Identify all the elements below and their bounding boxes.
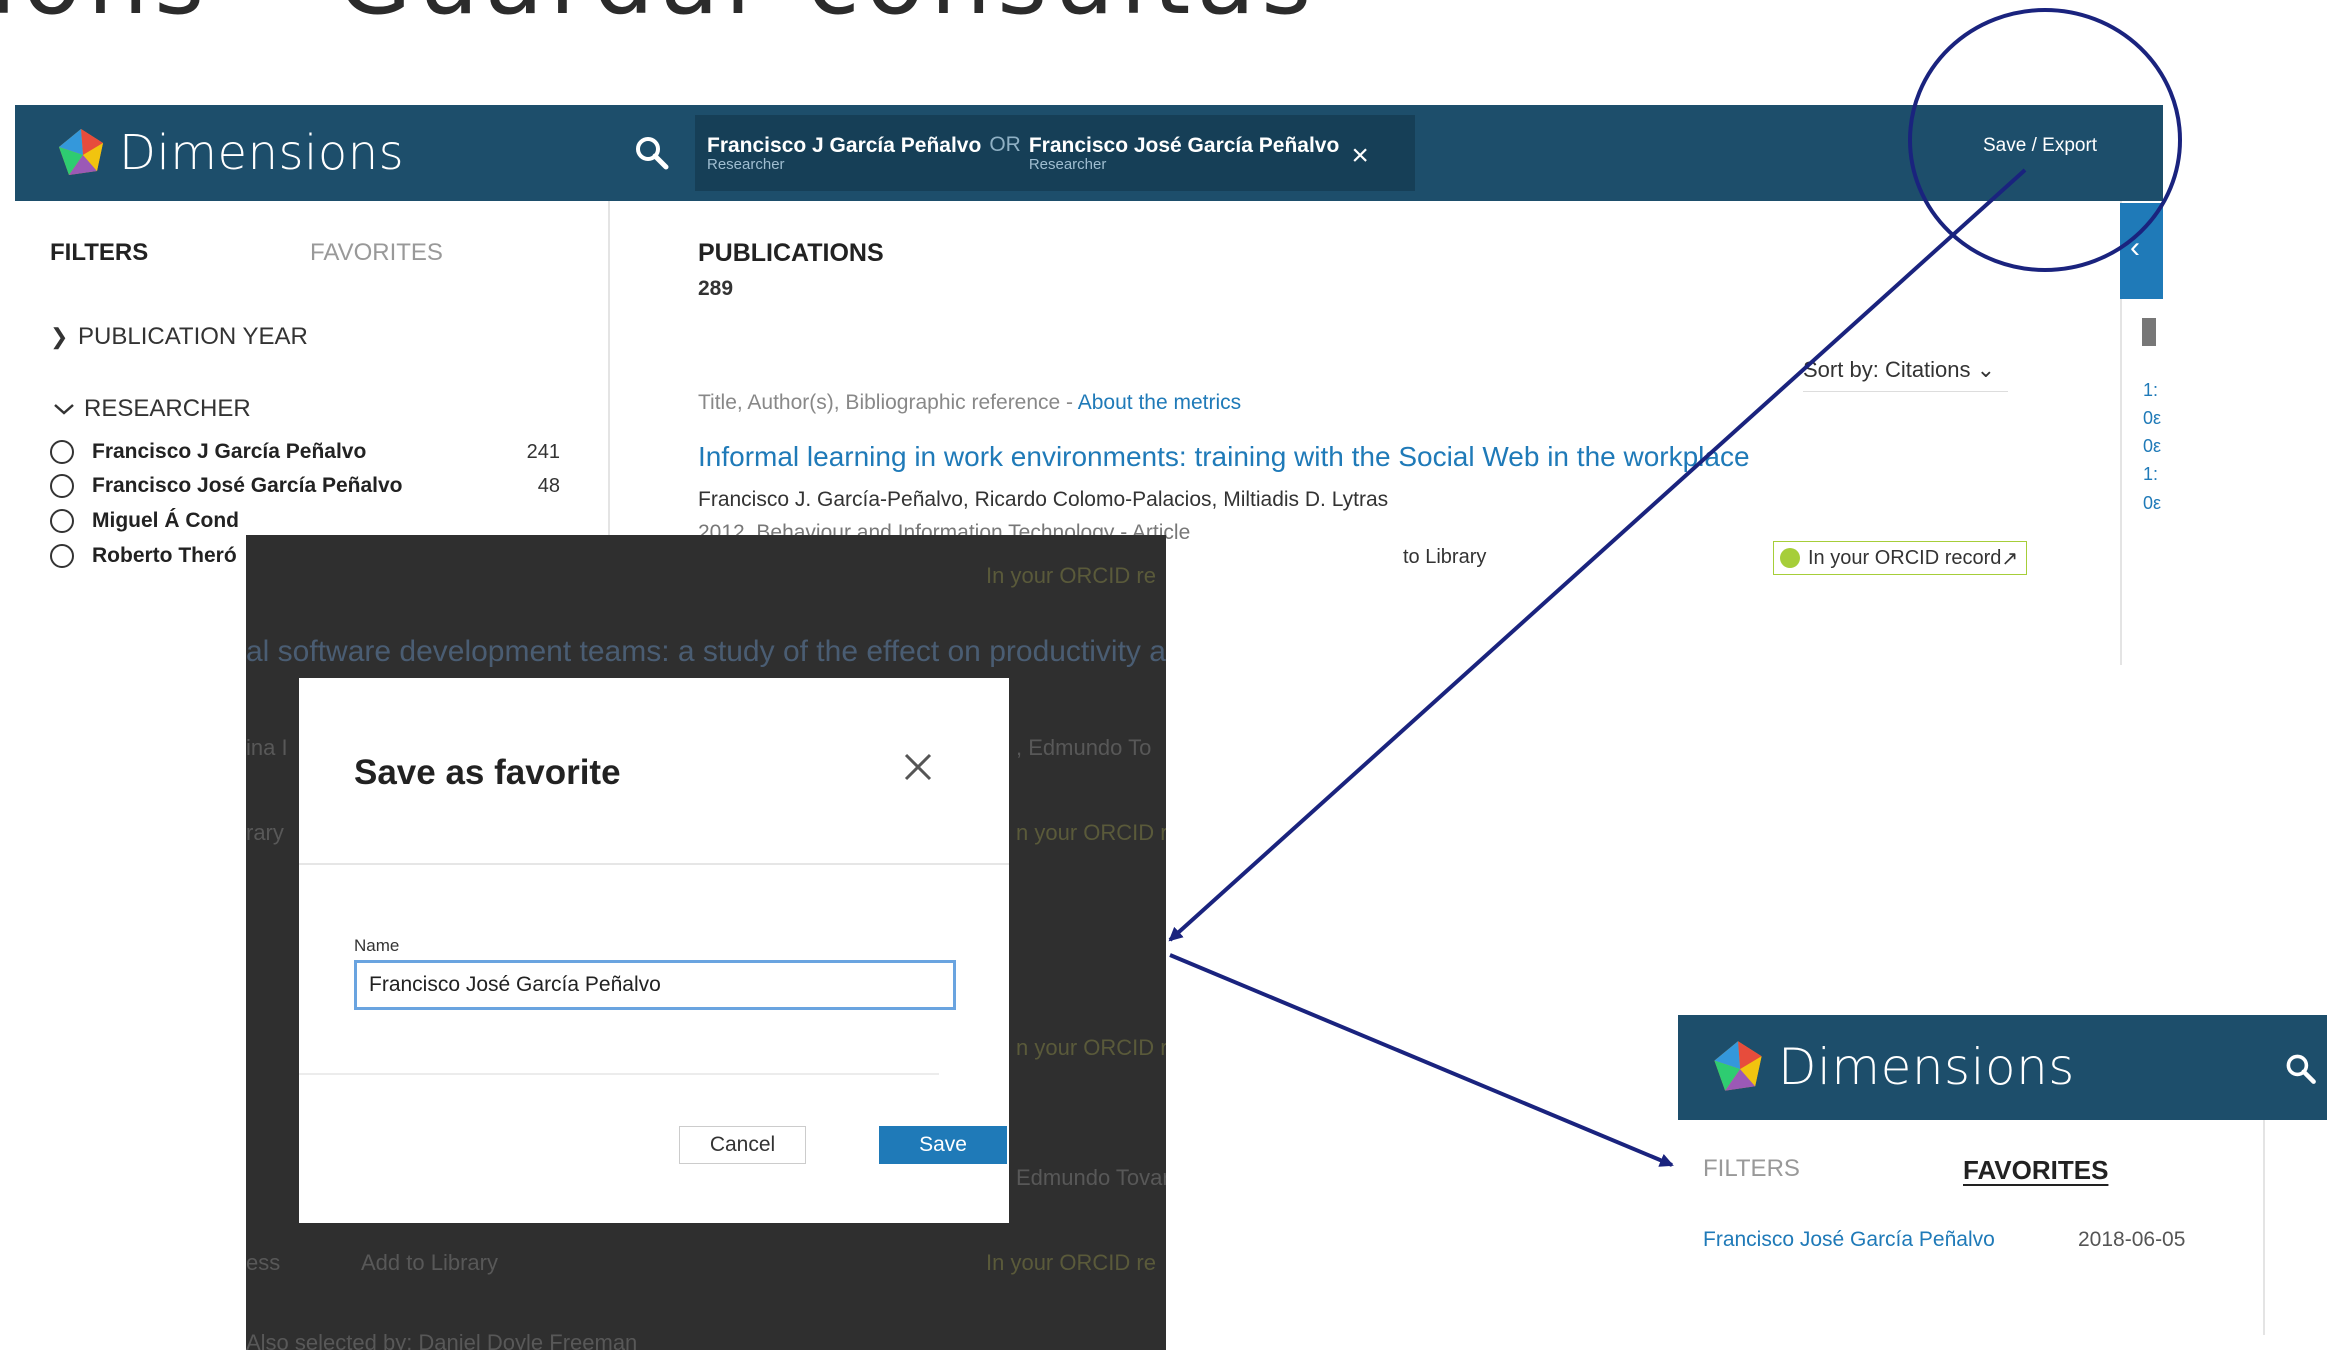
radio-button[interactable] [50,509,74,533]
publications-count: 289 [698,277,734,300]
external-link-icon: ↗ [2001,547,2019,570]
panel-divider [2263,1120,2265,1335]
chip-role: Researcher [707,155,785,173]
search-query-box[interactable]: Francisco J García Peñalvo Researcher OR… [695,115,1415,191]
brand-name: Dimensions [119,125,405,181]
chip-name: Francisco J García Peñalvo [707,133,982,157]
researcher-name: Francisco José García Peñalvo [92,474,403,497]
name-field-label: Name [354,936,400,955]
background-orcid: In your ORCID re [986,1250,1156,1275]
radio-button[interactable] [50,474,74,498]
result-authors: Francisco J. García-Peñalvo, Ricardo Col… [698,488,1389,511]
background-result-title: Also selected by: Daniel Doyle Freeman [246,1330,638,1350]
background-orcid: In your ORCID re [986,563,1156,588]
about-metrics-link[interactable]: About the metrics [1078,391,1241,414]
chip-name: Francisco José García Peñalvo [1028,133,1340,157]
result-title-link[interactable]: Informal learning in work environments: … [698,441,1750,473]
search-icon[interactable] [632,133,672,173]
researcher-option[interactable]: Francisco José García Peñalvo 48 [50,469,590,503]
tab-filters[interactable]: FILTERS [50,239,148,267]
researcher-count: 241 [526,440,560,463]
background-orcid: n your ORCID re [1016,1035,1166,1060]
tab-favorites[interactable]: FAVORITES [310,239,443,267]
background-author: Edmundo Tovar [1016,1165,1166,1190]
favorite-item-date: 2018-06-05 [2078,1228,2186,1251]
facet-label: PUBLICATION YEAR [78,323,308,350]
sort-value: Citations [1884,357,1971,382]
background-author: ina I [246,735,288,760]
chip-role: Researcher [1028,155,1107,173]
chevron-down-icon [54,404,74,415]
orcid-label: In your ORCID record [1808,546,2002,569]
favorite-name-input[interactable] [354,960,956,1010]
researcher-name: Miguel Á Cond [92,509,239,532]
researcher-option[interactable]: Francisco J García Peñalvo 241 [50,435,590,469]
rail-collapse-tab[interactable]: ‹ [2120,203,2163,299]
researcher-name: Francisco J García Peñalvo [92,440,367,463]
dialog-divider [299,863,1009,865]
rail-number: 0ε [2143,493,2162,513]
rail-number: 1: [2143,380,2159,400]
query-chip[interactable]: Francisco José García Peñalvo Researcher [1029,134,1340,173]
researcher-option[interactable]: Miguel Á Cond [50,504,590,538]
background-add-library: Add to Library [361,1250,498,1275]
publications-heading: PUBLICATIONS [698,239,884,267]
hint-text: Title, Author(s), Bibliographic referenc… [698,391,1074,414]
sort-label: Sort by: [1803,357,1879,382]
background-text: ess [246,1250,281,1275]
facet-publication-year[interactable]: ❯ PUBLICATION YEAR [50,323,308,351]
orcid-icon [1780,548,1800,568]
result-format-hint: Title, Author(s), Bibliographic referenc… [698,391,1241,415]
close-icon[interactable] [894,743,942,791]
sort-underline [1803,391,2008,392]
dialog-divider [299,1073,939,1075]
background-orcid: n your ORCID re [1016,820,1166,845]
background-author: , Edmundo To [1016,735,1152,760]
dimensions-logo-icon [1714,1041,1762,1091]
sort-dropdown[interactable]: Sort by: Citations ⌄ [1803,357,1995,383]
radio-button[interactable] [50,440,74,464]
chevron-down-icon: ⌄ [1976,357,1996,382]
or-operator: OR [989,133,1021,156]
brand-logo[interactable]: Dimensions [1708,1037,2075,1097]
background-result-title: al software development teams: a study o… [246,635,1166,668]
search-icon[interactable] [2283,1051,2319,1087]
dialog-title: Save as favorite [354,753,621,792]
query-chip[interactable]: Francisco J García Peñalvo Researcher [707,134,981,173]
orcid-badge[interactable]: In your ORCID record ↗ [1773,541,2028,575]
close-icon[interactable]: × [1351,139,1369,173]
rail-number: 0ε [2143,436,2162,456]
brand-name: Dimensions [1778,1038,2075,1096]
save-favorite-dialog: Save as favorite Name Cancel Save [299,678,1009,1223]
save-export-button[interactable]: Save / Export [1983,135,2097,157]
slide-title: ions – Guardar consultas [0,0,1490,30]
researcher-name: Roberto Theró [92,544,237,567]
chevron-left-icon: ‹ [2130,231,2140,264]
favorites-screenshot: Dimensions FILTERS FAVORITES Francisco J… [1678,1015,2327,1335]
add-to-library-button[interactable]: to Library [1403,546,1486,569]
researcher-count: 48 [537,474,560,497]
background-library: rary [246,820,284,845]
facet-label: RESEARCHER [84,395,251,422]
rail-number: 1: [2143,464,2159,484]
rail-number: 0ε [2143,408,2162,428]
brand-logo[interactable]: Dimensions [53,123,404,183]
dimensions-logo-icon [59,129,103,175]
tab-filters[interactable]: FILTERS [1703,1155,1800,1183]
tab-favorites[interactable]: FAVORITES [1963,1155,2108,1186]
trash-icon[interactable] [2142,318,2156,346]
save-button[interactable]: Save [879,1126,1007,1164]
save-favorite-screenshot: In your ORCID re al software development… [246,535,1166,1350]
chevron-right-icon: ❯ [50,324,69,349]
facet-researcher[interactable]: RESEARCHER [50,395,251,423]
favorite-item-link[interactable]: Francisco José García Peñalvo [1703,1228,1995,1252]
cancel-button[interactable]: Cancel [679,1126,806,1164]
annotation-arrow [1169,953,1674,1167]
radio-button[interactable] [50,544,74,568]
